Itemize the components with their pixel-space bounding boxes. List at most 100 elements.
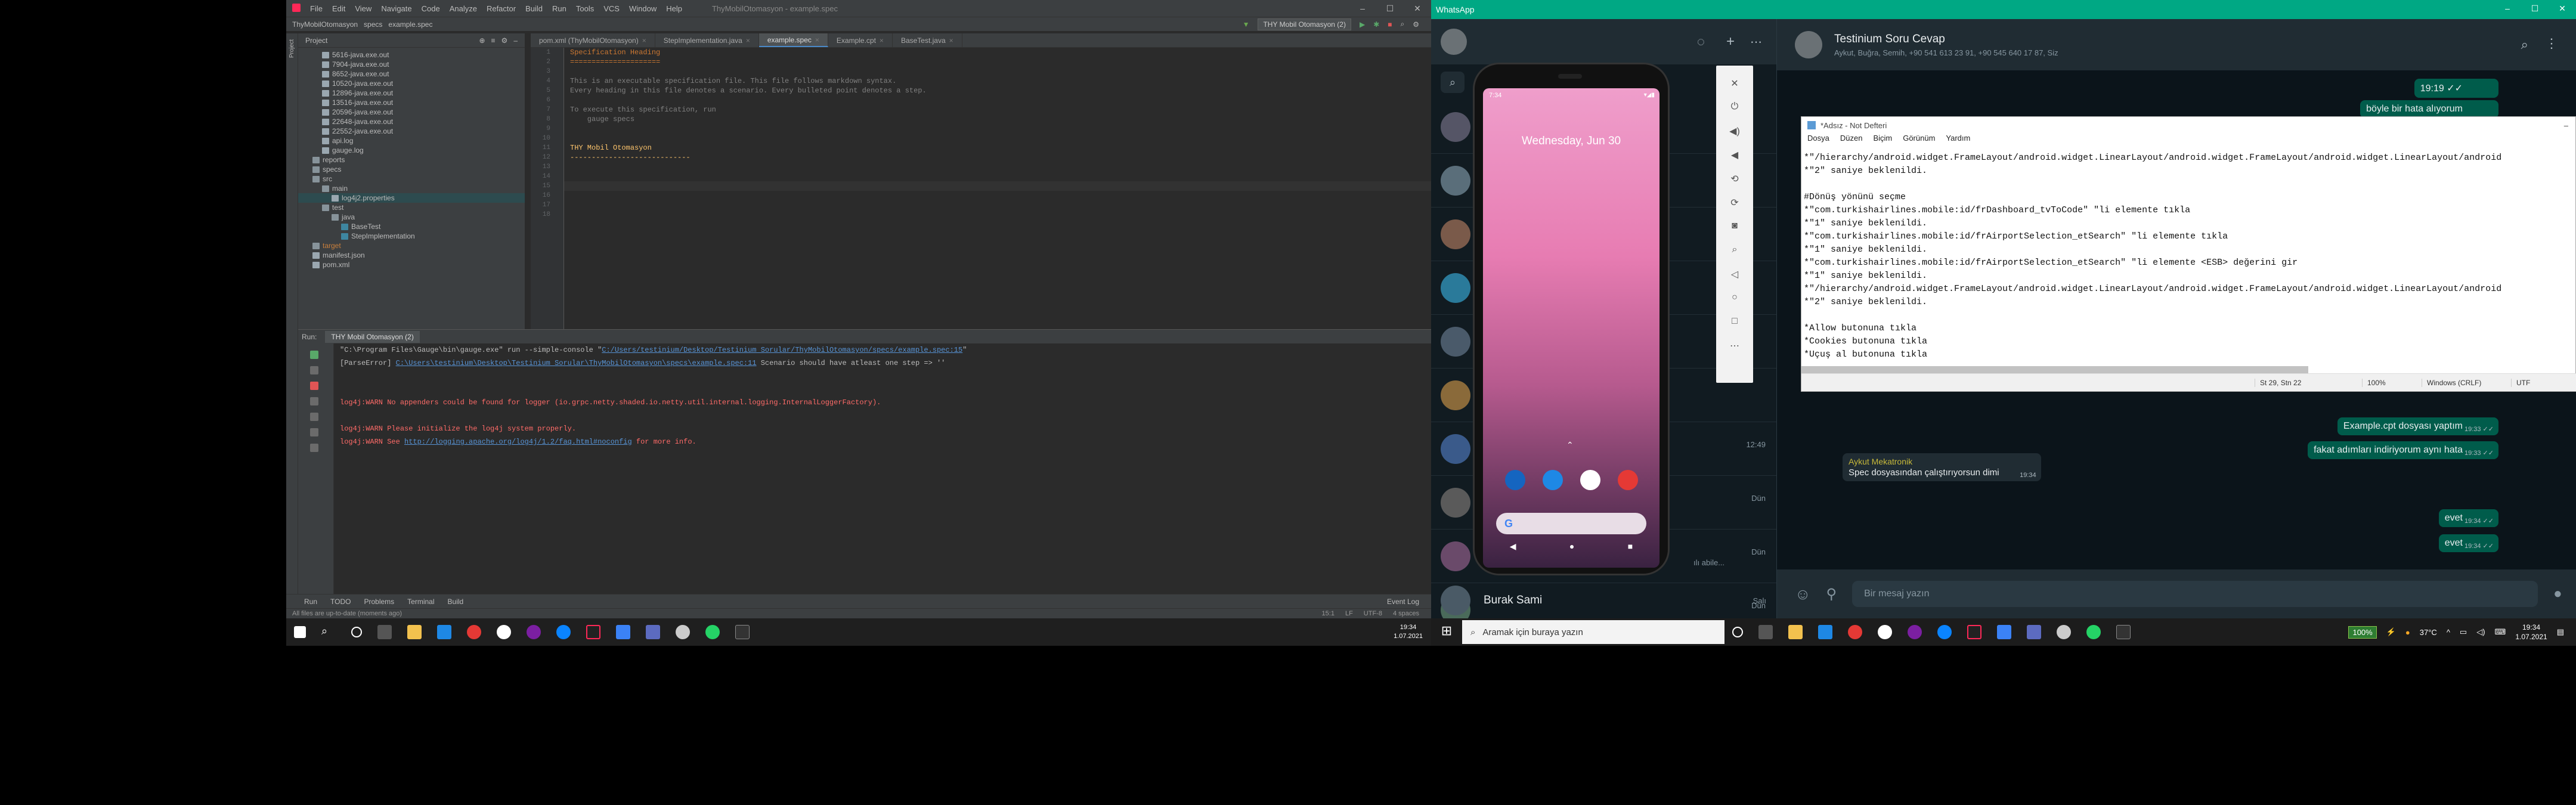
tree-item[interactable]: 13516-java.exe.out — [298, 98, 525, 107]
console-link[interactable]: C:/Users/testinium/Desktop/Testinium Sor… — [602, 346, 962, 354]
chrome-app-icon[interactable] — [1617, 470, 1638, 490]
clock[interactable]: 19:34 1.07.2021 — [1394, 623, 1423, 641]
start-icon[interactable]: ⊞ — [1437, 623, 1456, 641]
console-link[interactable]: C:\Users\testinium\Desktop\Testinium Sor… — [396, 359, 757, 367]
volume-up-icon[interactable]: ◀) — [1729, 125, 1741, 137]
print-icon[interactable] — [310, 428, 318, 436]
search-icon[interactable]: ⌕ — [2521, 37, 2528, 52]
messages-app-icon[interactable] — [1542, 470, 1563, 490]
tool-window-tab[interactable]: Run — [304, 597, 317, 606]
minimize-icon[interactable]: – — [2494, 0, 2521, 17]
locate-icon[interactable]: ⊕ — [479, 36, 485, 45]
zoom-icon[interactable]: ⌕ — [1729, 244, 1741, 256]
editor-tab[interactable]: BaseTest.java × — [893, 33, 962, 47]
notepad-menu-item[interactable]: Yardım — [1946, 134, 1970, 147]
menu-item[interactable]: Analyze — [450, 4, 477, 13]
whatsapp-icon[interactable] — [2086, 625, 2101, 639]
teams-icon[interactable] — [2027, 625, 2041, 639]
close-icon[interactable]: ✕ — [1404, 0, 1431, 17]
usb-icon[interactable]: ⚡ — [2386, 627, 2396, 637]
app-icon[interactable] — [497, 625, 511, 639]
menu-icon[interactable]: ⋯ — [1750, 35, 1762, 49]
hide-icon[interactable]: – — [513, 36, 518, 45]
home-icon[interactable]: ○ — [1729, 292, 1741, 304]
maximize-icon[interactable]: ☐ — [1376, 0, 1404, 17]
app-icon-4[interactable] — [2057, 625, 2071, 639]
stop-icon[interactable]: ■ — [1388, 20, 1392, 29]
close-tab-icon[interactable]: × — [815, 36, 819, 44]
menu-item[interactable]: Run — [552, 4, 566, 13]
message-bubble[interactable]: fakat adımları indiriyorum aynı hata 19:3… — [2308, 441, 2498, 459]
pin-icon[interactable] — [310, 444, 318, 452]
menu-item[interactable]: Navigate — [381, 4, 411, 13]
tree-item[interactable]: gauge.log — [298, 145, 525, 155]
task-view-icon[interactable] — [1758, 625, 1773, 639]
cortana-icon[interactable] — [351, 627, 362, 637]
close-tab-icon[interactable]: × — [880, 36, 884, 45]
volume-down-icon[interactable]: ◀ — [1729, 149, 1741, 161]
weather-temp[interactable]: 37°C — [2420, 628, 2437, 637]
incoming-message[interactable]: Aykut Mekatronik Spec dosyasından çalıştı… — [1843, 453, 2041, 481]
stop-run-icon[interactable] — [310, 382, 318, 390]
file-explorer-icon[interactable] — [1788, 625, 1803, 639]
tree-item[interactable]: java — [298, 212, 525, 222]
chrome-icon[interactable] — [467, 625, 481, 639]
tree-item[interactable]: 22552-java.exe.out — [298, 126, 525, 136]
event-log-button[interactable]: Event Log — [1387, 597, 1419, 606]
google-search-bar[interactable]: G — [1496, 513, 1646, 534]
wrap-icon[interactable] — [310, 397, 318, 405]
my-avatar[interactable] — [1441, 29, 1467, 55]
chrome-icon[interactable] — [1848, 625, 1862, 639]
back-icon[interactable]: ◁ — [1729, 268, 1741, 280]
overview-icon[interactable]: □ — [1729, 316, 1741, 328]
play-store-icon[interactable] — [1580, 470, 1600, 490]
menu-item[interactable]: VCS — [603, 4, 620, 13]
more-icon[interactable]: ⋯ — [1729, 340, 1741, 352]
minimize-icon[interactable]: – — [2564, 121, 2568, 130]
back-icon[interactable]: ◀ — [1510, 541, 1516, 552]
notepad-menu-item[interactable]: Düzen — [1840, 134, 1863, 147]
project-tool-button[interactable]: Project — [289, 39, 295, 58]
notepad-menu-item[interactable]: Görünüm — [1903, 134, 1935, 147]
editor-tab[interactable]: example.spec × — [758, 33, 828, 47]
close-icon[interactable]: ✕ — [1729, 78, 1741, 89]
tree-item[interactable]: specs — [298, 165, 525, 174]
app-icon-3[interactable] — [1997, 625, 2011, 639]
message-bubble[interactable]: Example.cpt dosyası yaptım 19:33 ✓✓ — [2337, 417, 2498, 435]
emoji-icon[interactable]: ☺ — [1795, 585, 1811, 603]
message-bubble[interactable]: 19:19 ✓✓ — [2414, 79, 2498, 98]
notepad-menu-item[interactable]: Dosya — [1807, 134, 1829, 147]
menu-icon[interactable]: ⋮ — [2545, 36, 2558, 51]
tree-item[interactable]: pom.xml — [298, 260, 525, 270]
status-icon[interactable]: ◌ — [1697, 34, 1705, 49]
microphone-icon[interactable]: ● — [2553, 586, 2562, 602]
taskbar-search-box[interactable]: ⌕ Aramak için buraya yazın — [1462, 620, 1724, 644]
app-icon-2[interactable] — [1908, 625, 1922, 639]
rotate-left-icon[interactable]: ⟲ — [1729, 173, 1741, 185]
app-icon-3[interactable] — [616, 625, 630, 639]
tree-item[interactable]: 5616-java.exe.out — [298, 50, 525, 60]
status-item[interactable]: UTF-8 — [1364, 610, 1382, 617]
app-icon-4[interactable] — [676, 625, 690, 639]
editor-tab[interactable]: StepImplementation.java × — [655, 33, 759, 47]
status-item[interactable]: 15:1 — [1322, 610, 1335, 617]
network-icon[interactable]: ▭ — [2460, 627, 2467, 637]
tool-window-tab[interactable]: Problems — [364, 597, 394, 606]
tree-item[interactable]: api.log — [298, 136, 525, 145]
menu-item[interactable]: Help — [666, 4, 682, 13]
tree-item[interactable]: 10520-java.exe.out — [298, 79, 525, 88]
new-chat-icon[interactable]: + — [1726, 33, 1735, 50]
close-icon[interactable]: ✕ — [2549, 0, 2576, 17]
phone-screen[interactable]: 7:34 ▾◢▮ Wednesday, Jun 30 ⌃ G ◀ ● ■ — [1483, 88, 1659, 568]
editor-tab[interactable]: Example.cpt × — [828, 33, 893, 47]
rotate-right-icon[interactable]: ⟳ — [1729, 197, 1741, 209]
menu-item[interactable]: Build — [525, 4, 543, 13]
intellij-icon[interactable] — [586, 625, 600, 639]
tool-window-tab[interactable]: Build — [448, 597, 464, 606]
message-input[interactable]: Bir mesaj yazın — [1852, 581, 2538, 607]
breadcrumb-item[interactable]: specs — [364, 20, 382, 29]
menu-item[interactable]: View — [355, 4, 371, 13]
recents-icon[interactable]: ■ — [1628, 541, 1633, 552]
code-editor[interactable]: Specification Heading ===================… — [564, 48, 1431, 334]
terminal-icon[interactable] — [735, 625, 750, 639]
